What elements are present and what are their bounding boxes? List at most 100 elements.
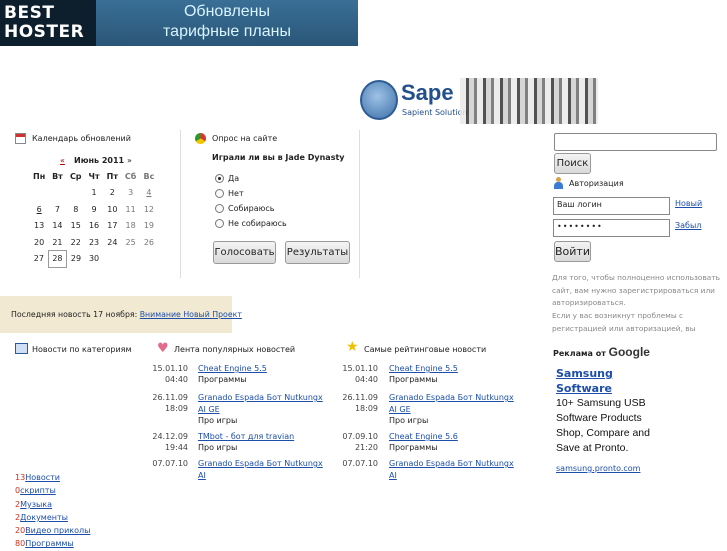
banner-text-line1: Обновлены — [183, 3, 271, 20]
calendar-day: 9 — [91, 204, 97, 214]
calendar-icon — [15, 133, 26, 144]
calendar-day: 25 — [125, 237, 136, 247]
news-category: Про игры — [198, 443, 238, 452]
sape-people-image — [460, 78, 598, 124]
poll-option[interactable]: Собираюсь — [215, 204, 274, 213]
calendar-day: 19 — [143, 221, 155, 231]
popular-news-item: 07.07.10 Granado Espada Бот Nutkungx AI — [146, 458, 336, 480]
calendar-day-header: Чт — [88, 171, 100, 181]
calendar-day: 3 — [128, 188, 134, 198]
radio-icon[interactable] — [215, 219, 224, 228]
popular-news-item: 24.12.09 19:44 TMbot - бот для travian П… — [146, 431, 336, 457]
calendar-day: 8 — [73, 204, 79, 214]
poll-option[interactable]: Нет — [215, 189, 244, 198]
calendar-day-header: Пт — [106, 171, 118, 181]
search-input[interactable] — [554, 133, 717, 151]
top-rated-news-item: 07.07.10 Granado Espada Бот Nutkungx AI — [336, 458, 526, 480]
poll-question: Играли ли вы в Jade Dynasty — [212, 153, 345, 162]
google-logo: Google — [608, 345, 650, 359]
calendar-day — [67, 185, 85, 202]
category-link[interactable]: Документы — [20, 513, 68, 522]
calendar-day: 13 — [34, 221, 45, 231]
category-link[interactable]: Новости — [25, 473, 60, 482]
categories-title: Новости по категориям — [32, 345, 132, 354]
auth-title: Авторизация — [569, 179, 624, 188]
radio-icon[interactable] — [215, 204, 224, 213]
category-link[interactable]: скрипты — [20, 486, 56, 495]
latest-news-prefix: Последняя новость 17 ноября: — [11, 310, 138, 319]
radio-icon[interactable] — [215, 189, 224, 198]
banner-message: Обновлены тарифные планы — [96, 0, 358, 46]
brain-icon — [360, 80, 398, 120]
calendar-day: 24 — [107, 237, 118, 247]
password-field[interactable]: •••••••• — [553, 219, 670, 237]
calendar-day: 27 — [33, 254, 44, 264]
calendar-day-link[interactable]: 6 — [30, 201, 48, 218]
radio-selected-icon[interactable] — [215, 174, 224, 183]
poll-option[interactable]: Да — [215, 174, 239, 183]
calendar-day: 29 — [70, 254, 82, 264]
news-title-link[interactable]: Granado Espada Бот Nutkungx AI GE — [389, 392, 523, 417]
sape-banner-ad[interactable]: Sape Sapient Solution — [360, 78, 598, 124]
calendar-title: Календарь обновлений — [32, 134, 131, 143]
calendar-day: 21 — [52, 237, 63, 247]
category-item[interactable]: 2Документы — [15, 511, 90, 524]
calendar-day: 11 — [125, 204, 136, 214]
calendar-day: 7 — [54, 204, 60, 214]
category-item[interactable]: 2Музыка — [15, 498, 90, 511]
results-button[interactable]: Результаты — [285, 241, 350, 264]
top-rated-title: Самые рейтинговые новости — [364, 345, 487, 354]
calendar-day — [103, 251, 121, 268]
calendar-next-link[interactable]: » — [127, 156, 132, 165]
calendar-day: 12 — [143, 204, 155, 214]
calendar-day: 15 — [70, 221, 81, 231]
popular-news-title: Лента популярных новостей — [174, 345, 296, 354]
calendar-day-header: Пн — [33, 171, 46, 181]
news-time: 04:40 — [354, 375, 378, 384]
ad-url-link[interactable]: samsung.pronto.com — [556, 464, 640, 473]
category-link[interactable]: Видео приколы — [25, 526, 90, 535]
calendar-day — [121, 251, 139, 268]
poll-option[interactable]: Не собираюсь — [215, 219, 287, 228]
calendar-day-header: Вт — [52, 171, 63, 181]
calendar-day: 18 — [125, 221, 136, 231]
category-link[interactable]: Музыка — [20, 500, 52, 509]
news-title-link[interactable]: Granado Espada Бот Nutkungx AI — [389, 458, 523, 483]
calendar-day-today: 28 — [47, 250, 68, 268]
news-title-link[interactable]: Granado Espada Бот Nutkungx AI GE — [198, 392, 332, 417]
calendar-day-link[interactable]: 4 — [140, 185, 158, 202]
calendar-month: Июнь 2011 — [74, 156, 125, 165]
calendar-day: 1 — [91, 188, 97, 198]
news-category: Про игры — [198, 416, 238, 425]
news-time: 18:09 — [354, 404, 378, 413]
search-button[interactable]: Поиск — [554, 153, 591, 174]
top-rated-news-item: 15.01.10 04:40 Cheat Engine 5.5 Программ… — [336, 363, 526, 389]
divider — [359, 130, 360, 278]
news-date: 07.07.10 — [342, 459, 378, 468]
forgot-password-link[interactable]: Забыл — [675, 221, 701, 230]
top-banner-ad[interactable]: BEST HOSTER Обновлены тарифные планы — [0, 0, 358, 46]
news-title-link[interactable]: Granado Espada Бот Nutkungx AI — [198, 458, 332, 483]
category-item[interactable]: 80Программы — [15, 537, 90, 550]
ads-label: Реклама от Google — [553, 345, 650, 359]
calendar-day: 10 — [107, 204, 118, 214]
calendar-prev-link[interactable]: « — [60, 156, 65, 165]
poll-option-label: Да — [228, 174, 240, 183]
category-item[interactable]: 20Видео приколы — [15, 524, 90, 537]
sape-subtitle: Sapient Solution — [402, 108, 468, 117]
top-rated-news-item: 26.11.09 18:09 Granado Espada Бот Nutkun… — [336, 392, 526, 430]
ad-title-link[interactable]: Samsung Software — [556, 366, 656, 396]
news-time: 04:40 — [164, 375, 188, 384]
category-item[interactable]: 0скрипты — [15, 484, 90, 497]
login-field[interactable]: Ваш логин — [553, 197, 670, 215]
calendar-day: 23 — [88, 237, 100, 247]
calendar-day-header: Вс — [143, 171, 155, 181]
login-button[interactable]: Войти — [554, 241, 591, 262]
banner-logo-line2: HOSTER — [4, 22, 85, 42]
ad-body: 10+ Samsung USB Software Products Shop, … — [556, 397, 650, 454]
vote-button[interactable]: Голосовать — [213, 241, 276, 264]
latest-news-link[interactable]: Внимание Новый Проект — [140, 310, 242, 319]
register-link[interactable]: Новый — [675, 199, 702, 208]
category-link[interactable]: Программы — [25, 539, 74, 548]
category-item[interactable]: 13Новости — [15, 471, 90, 484]
